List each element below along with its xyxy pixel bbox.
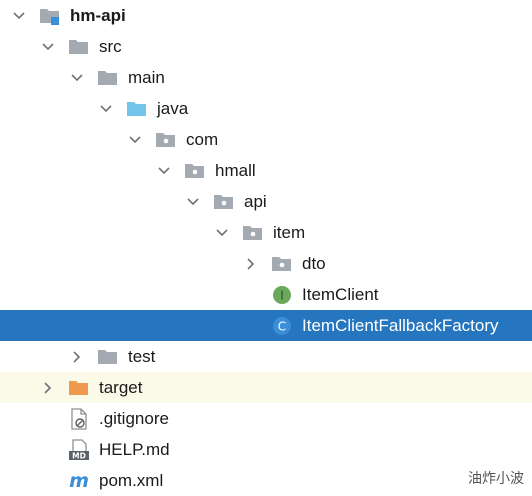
module-folder-icon bbox=[39, 0, 63, 31]
chevron-right-icon[interactable] bbox=[38, 372, 58, 403]
tree-row-test[interactable]: test bbox=[0, 341, 532, 372]
tree-item-label: hmall bbox=[215, 161, 256, 180]
tree-item-label: .gitignore bbox=[99, 409, 169, 428]
tree-row-hmall[interactable]: hmall bbox=[0, 155, 532, 186]
tree-row-hm-api[interactable]: hm-api bbox=[0, 0, 532, 31]
tree-item-label: com bbox=[186, 130, 219, 149]
tree-item-label: hm-api bbox=[70, 6, 126, 25]
tree-row-com[interactable]: com bbox=[0, 124, 532, 155]
class-icon: C bbox=[271, 310, 295, 341]
tree-item-label: ItemClient bbox=[302, 285, 379, 304]
folder-icon bbox=[97, 341, 121, 372]
folder-icon bbox=[68, 31, 92, 62]
tree-row-api[interactable]: api bbox=[0, 186, 532, 217]
tree-row-item[interactable]: item bbox=[0, 217, 532, 248]
svg-text:MD: MD bbox=[72, 452, 86, 461]
tree-item-label: main bbox=[128, 68, 165, 87]
tree-row-java[interactable]: java bbox=[0, 93, 532, 124]
chevron-down-icon[interactable] bbox=[9, 0, 29, 31]
svg-text:I: I bbox=[280, 289, 284, 303]
package-icon bbox=[155, 124, 179, 155]
package-icon bbox=[271, 248, 295, 279]
chevron-down-icon[interactable] bbox=[154, 155, 174, 186]
chevron-down-icon[interactable] bbox=[38, 31, 58, 62]
tree-row-dto[interactable]: dto bbox=[0, 248, 532, 279]
tree-row-itemclient[interactable]: I ItemClient bbox=[0, 279, 532, 310]
folder-icon bbox=[97, 62, 121, 93]
package-icon bbox=[184, 155, 208, 186]
chevron-down-icon[interactable] bbox=[67, 62, 87, 93]
tree-item-label: HELP.md bbox=[99, 440, 170, 459]
chevron-down-icon[interactable] bbox=[212, 217, 232, 248]
tree-row-itemclientfallbackfactory[interactable]: C ItemClientFallbackFactory bbox=[0, 310, 532, 341]
markdown-file-icon: MD bbox=[68, 434, 92, 465]
tree-item-label: ItemClientFallbackFactory bbox=[302, 316, 499, 335]
tree-item-label: test bbox=[128, 347, 156, 366]
tree-item-label: java bbox=[157, 99, 189, 118]
watermark: 油炸小波 bbox=[468, 471, 524, 487]
interface-icon: I bbox=[271, 279, 295, 310]
package-icon bbox=[242, 217, 266, 248]
tree-row-pom-xml[interactable]: m pom.xml bbox=[0, 465, 532, 496]
package-icon bbox=[213, 186, 237, 217]
maven-pom-icon: m bbox=[68, 465, 92, 496]
tree-row-main[interactable]: main bbox=[0, 62, 532, 93]
tree-item-label: api bbox=[244, 192, 267, 211]
tree-item-label: pom.xml bbox=[99, 471, 164, 490]
svg-text:C: C bbox=[278, 320, 286, 334]
chevron-right-icon[interactable] bbox=[241, 248, 261, 279]
tree-item-label: dto bbox=[302, 254, 326, 273]
project-tree: hm-api src main java com hmall api item dto I Item… bbox=[0, 0, 532, 494]
tree-item-label: target bbox=[99, 378, 143, 397]
tree-row-gitignore[interactable]: .gitignore bbox=[0, 403, 532, 434]
chevron-down-icon[interactable] bbox=[183, 186, 203, 217]
tree-item-label: item bbox=[273, 223, 306, 242]
chevron-down-icon[interactable] bbox=[96, 93, 116, 124]
tree-row-target[interactable]: target bbox=[0, 372, 532, 403]
tree-item-label: src bbox=[99, 37, 122, 56]
source-folder-icon bbox=[126, 93, 150, 124]
tree-row-help-md[interactable]: MD HELP.md bbox=[0, 434, 532, 465]
excluded-folder-icon bbox=[68, 372, 92, 403]
chevron-right-icon[interactable] bbox=[67, 341, 87, 372]
tree-row-src[interactable]: src bbox=[0, 31, 532, 62]
chevron-down-icon[interactable] bbox=[125, 124, 145, 155]
gitignore-file-icon bbox=[68, 403, 92, 434]
svg-text:m: m bbox=[69, 470, 89, 492]
